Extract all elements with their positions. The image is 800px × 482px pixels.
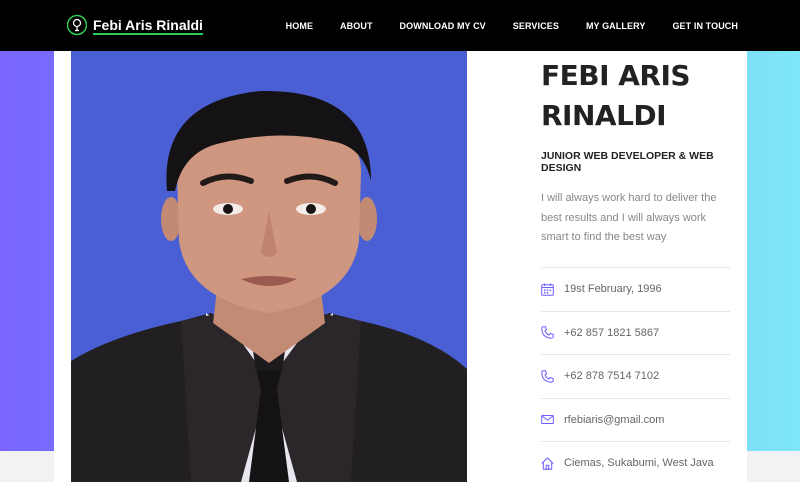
brand-name: Febi Aris Rinaldi: [93, 17, 203, 33]
name-line-1: FEBI ARIS: [541, 59, 691, 92]
nav-gallery[interactable]: MY GALLERY: [586, 21, 646, 31]
lightbulb-icon: [67, 14, 87, 36]
portrait-illustration: [71, 90, 467, 482]
nav-about[interactable]: ABOUT: [340, 21, 373, 31]
profile-name: FEBI ARIS RINALDI: [541, 56, 731, 136]
nav-download-cv[interactable]: DOWNLOAD MY CV: [400, 21, 486, 31]
contact-text: Ciemas, Sukabumi, West Java: [564, 457, 714, 470]
contact-list: 19st February, 1996 +62 857 1821 5867 +6…: [541, 267, 730, 482]
contact-text: rfebiaris@gmail.com: [564, 413, 665, 426]
nav-get-in-touch[interactable]: GET IN TOUCH: [672, 21, 738, 31]
calendar-icon: [541, 283, 554, 296]
top-navbar: Febi Aris Rinaldi HOME ABOUT DOWNLOAD MY…: [0, 0, 800, 51]
home-icon: [541, 457, 554, 470]
contact-text: 19st February, 1996: [564, 283, 662, 296]
nav-services[interactable]: SERVICES: [513, 21, 559, 31]
contact-email[interactable]: rfebiaris@gmail.com: [541, 397, 730, 442]
mail-icon: [541, 415, 554, 425]
phone-icon: [541, 326, 554, 339]
contact-phone-1[interactable]: +62 857 1821 5867: [541, 310, 730, 355]
nav-home[interactable]: HOME: [286, 21, 313, 31]
contact-phone-2[interactable]: +62 878 7514 7102: [541, 354, 730, 398]
brand-logo-link[interactable]: Febi Aris Rinaldi: [67, 14, 203, 36]
contact-text: +62 878 7514 7102: [564, 370, 660, 383]
contact-birthday: 19st February, 1996: [541, 267, 730, 311]
profile-card: FEBI ARIS RINALDI JUNIOR WEB DEVELOPER &…: [54, 51, 747, 482]
phone-icon: [541, 370, 554, 383]
profile-role: JUNIOR WEB DEVELOPER & WEB DESIGN: [541, 150, 714, 174]
profile-info: FEBI ARIS RINALDI JUNIOR WEB DEVELOPER &…: [541, 56, 731, 248]
contact-address: Ciemas, Sukabumi, West Java: [541, 441, 730, 482]
profile-bio: I will always work hard to deliver the b…: [541, 192, 717, 243]
nav-links: HOME ABOUT DOWNLOAD MY CV SERVICES MY GA…: [286, 0, 738, 51]
contact-text: +62 857 1821 5867: [564, 326, 660, 339]
name-line-2: RINALDI: [541, 99, 667, 132]
profile-photo: [71, 51, 467, 482]
